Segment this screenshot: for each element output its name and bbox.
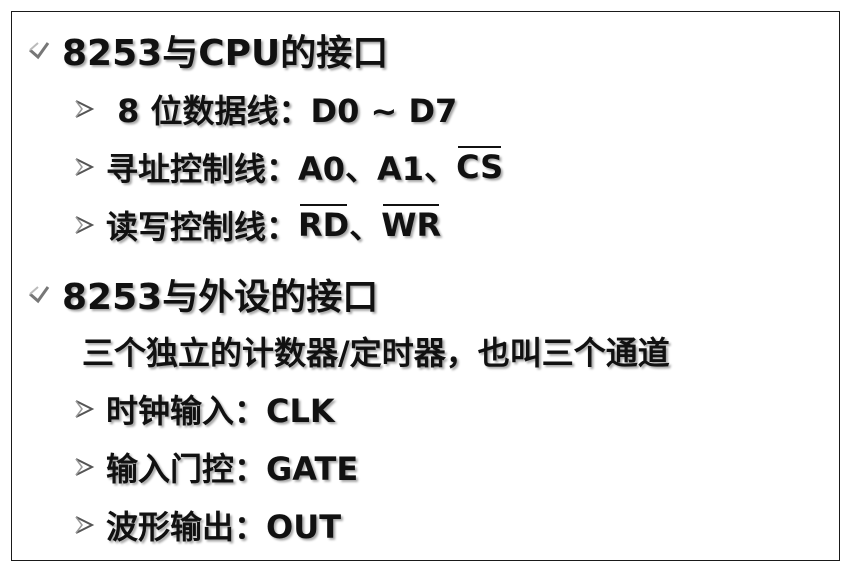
chevron-bullet-icon <box>26 37 52 63</box>
heading-text: 8253与外设的接口 <box>62 277 379 318</box>
item-text: 读写控制线： <box>106 208 299 246</box>
slide: 8253与CPU的接口 8 位数据线：D0 ~ D7 寻址控制线：A0、A1、 … <box>11 11 840 561</box>
list-item-wave-output: 波形输出：OUT <box>72 502 341 548</box>
arrow-bullet-icon <box>72 455 96 479</box>
arrow-bullet-icon <box>72 155 96 179</box>
overline-signal-cs: CS <box>456 146 504 186</box>
item-text: 时钟输入：CLK <box>106 392 335 430</box>
item-text: 波形输出：OUT <box>106 508 342 546</box>
separator-text: 、 <box>349 208 382 246</box>
arrow-bullet-icon <box>72 97 96 121</box>
section-heading-peripheral-interface: 8253与外设的接口 <box>26 268 378 320</box>
item-text: 寻址控制线：A0、A1、 <box>106 150 457 188</box>
note-three-channels: 三个独立的计数器/定时器，也叫三个通道 <box>82 328 670 374</box>
item-text: 8 位数据线：D0 ~ D7 <box>106 92 458 130</box>
overline-signal-wr: WR <box>381 204 442 244</box>
section-heading-cpu-interface: 8253与CPU的接口 <box>26 24 388 76</box>
list-item-gate-input: 输入门控：GATE <box>72 444 358 490</box>
list-item-data-lines: 8 位数据线：D0 ~ D7 <box>72 86 457 132</box>
overline-signal-rd: RD <box>298 204 350 244</box>
chevron-bullet-icon <box>26 281 52 307</box>
item-text: 输入门控：GATE <box>106 450 359 488</box>
list-item-rw-lines: 读写控制线： RD 、 WR <box>72 202 441 248</box>
arrow-bullet-icon <box>72 213 96 237</box>
arrow-bullet-icon <box>72 397 96 421</box>
list-item-clock-input: 时钟输入：CLK <box>72 386 335 432</box>
note-text: 三个独立的计数器/定时器，也叫三个通道 <box>82 334 670 372</box>
list-item-address-lines: 寻址控制线：A0、A1、 CS <box>72 144 503 190</box>
heading-text: 8253与CPU的接口 <box>62 33 389 74</box>
arrow-bullet-icon <box>72 513 96 537</box>
